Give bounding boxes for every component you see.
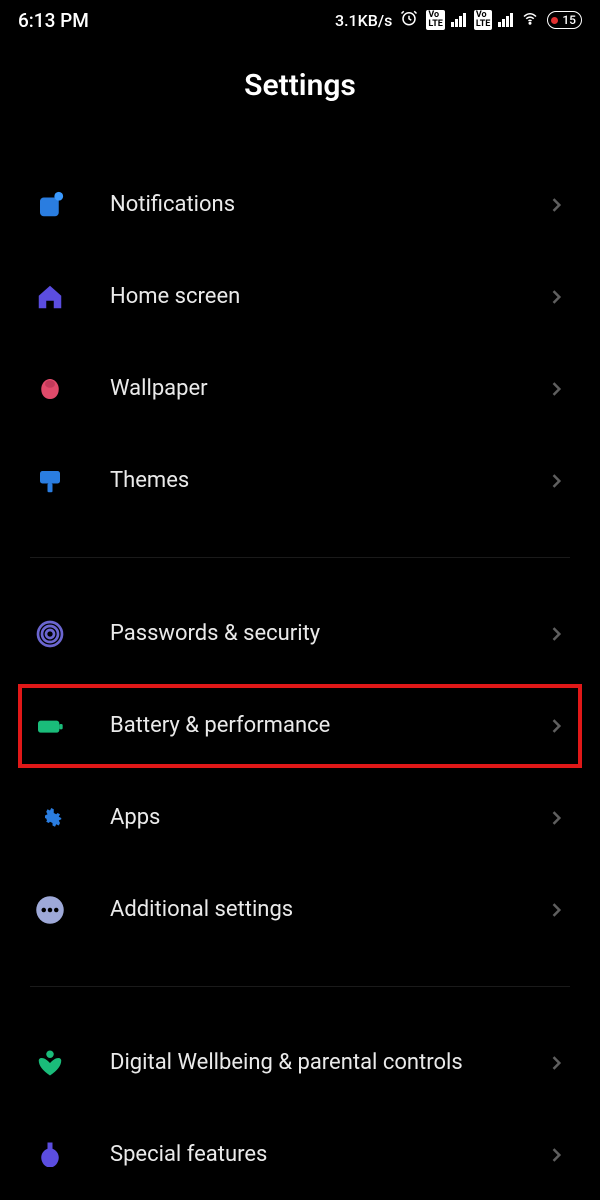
row-label: Notifications xyxy=(70,191,542,219)
chevron-right-icon xyxy=(542,191,570,219)
row-label: Digital Wellbeing & parental controls xyxy=(70,1049,542,1077)
wifi-icon xyxy=(521,9,539,31)
settings-list: Sound & vibration Notifications Home scr… xyxy=(0,119,600,1167)
status-sim-1: VoLTE xyxy=(426,10,466,30)
chevron-right-icon xyxy=(542,712,570,740)
status-sim-2: VoLTE xyxy=(474,10,514,30)
chevron-right-icon xyxy=(542,804,570,832)
battery-icon xyxy=(30,706,70,746)
signal-icon xyxy=(498,13,513,27)
row-notifications[interactable]: Notifications xyxy=(0,159,600,251)
volte-icon: VoLTE xyxy=(474,10,493,30)
row-label: Sound & vibration xyxy=(70,119,542,123)
chevron-right-icon xyxy=(542,467,570,495)
row-label: Special features xyxy=(70,1141,542,1167)
section-divider xyxy=(30,986,570,987)
row-label: Passwords & security xyxy=(70,620,542,648)
row-label: Home screen xyxy=(70,283,542,311)
wellbeing-icon xyxy=(30,1043,70,1083)
wallpaper-icon xyxy=(30,369,70,409)
row-additional-settings[interactable]: Additional settings xyxy=(0,864,600,956)
chevron-right-icon xyxy=(542,896,570,924)
status-time: 6:13 PM xyxy=(18,9,89,32)
status-bar: 6:13 PM 3.1KB/s VoLTE VoLTE 15 xyxy=(0,0,600,40)
row-label: Additional settings xyxy=(70,896,542,924)
notifications-icon xyxy=(30,185,70,225)
row-passwords-security[interactable]: Passwords & security xyxy=(0,588,600,680)
chevron-right-icon xyxy=(542,1049,570,1077)
chevron-right-icon xyxy=(542,119,570,123)
sound-icon xyxy=(30,119,70,129)
chevron-right-icon xyxy=(542,375,570,403)
chevron-right-icon xyxy=(542,283,570,311)
status-network-speed: 3.1KB/s xyxy=(335,11,392,30)
row-battery-performance[interactable]: Battery & performance xyxy=(0,680,600,772)
alarm-icon xyxy=(400,9,418,31)
chevron-right-icon xyxy=(542,620,570,648)
volte-icon: VoLTE xyxy=(426,10,445,30)
row-label: Themes xyxy=(70,467,542,495)
row-sound-vibration[interactable]: Sound & vibration xyxy=(0,119,600,159)
row-label: Wallpaper xyxy=(70,375,542,403)
row-themes[interactable]: Themes xyxy=(0,435,600,527)
row-label: Apps xyxy=(70,804,542,832)
page-title: Settings xyxy=(0,40,600,119)
gear-icon xyxy=(30,798,70,838)
row-home-screen[interactable]: Home screen xyxy=(0,251,600,343)
chevron-right-icon xyxy=(542,1141,570,1167)
signal-icon xyxy=(451,13,466,27)
row-digital-wellbeing[interactable]: Digital Wellbeing & parental controls xyxy=(0,1017,600,1109)
special-features-icon xyxy=(30,1135,70,1167)
home-icon xyxy=(30,277,70,317)
row-apps[interactable]: Apps xyxy=(0,772,600,864)
status-right: 3.1KB/s VoLTE VoLTE 15 xyxy=(335,9,582,31)
section-divider xyxy=(30,557,570,558)
themes-icon xyxy=(30,461,70,501)
more-icon xyxy=(30,890,70,930)
row-special-features[interactable]: Special features xyxy=(0,1109,600,1167)
battery-indicator: 15 xyxy=(547,11,582,29)
row-label: Battery & performance xyxy=(70,712,542,740)
row-wallpaper[interactable]: Wallpaper xyxy=(0,343,600,435)
fingerprint-icon xyxy=(30,614,70,654)
battery-percent: 15 xyxy=(562,13,576,27)
